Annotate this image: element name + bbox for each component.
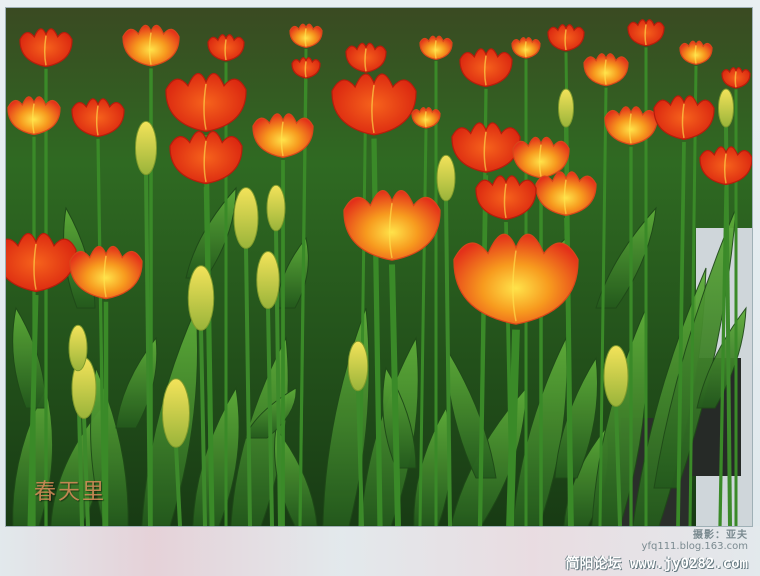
forum-url: www.jy0282.com — [629, 556, 748, 572]
tulip-bud — [233, 187, 259, 249]
tulip-bud — [718, 88, 734, 128]
tulip-bud — [162, 378, 190, 448]
tulip-bud — [68, 324, 88, 372]
forum-watermark: 简阳论坛 www.jy0282.com — [566, 553, 748, 573]
tulip-bud — [436, 154, 456, 202]
tulip-bud — [256, 251, 280, 309]
tulip-bud — [347, 340, 369, 392]
tulip-bud — [558, 88, 574, 128]
photographer-line: 摄影：亚夫 — [693, 530, 748, 541]
tulip-bud — [187, 265, 215, 331]
tulip-field-illustration — [6, 8, 752, 526]
photo-caption: 春天里 — [34, 480, 107, 505]
tulip-bud — [135, 120, 157, 176]
tulip-photo — [6, 8, 752, 526]
photographer-credit: 摄影：亚夫 yfq111.blog.163.com — [642, 530, 748, 552]
tulip-bud — [603, 345, 629, 407]
tulip-bud — [266, 184, 286, 232]
forum-name: 简阳论坛 — [565, 556, 622, 572]
photographer-url: yfq111.blog.163.com — [641, 541, 748, 552]
